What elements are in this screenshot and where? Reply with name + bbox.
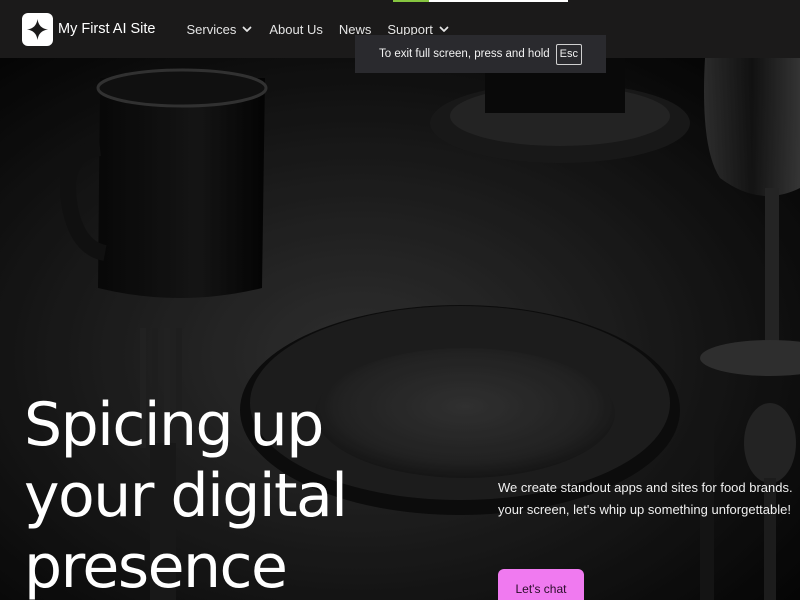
chevron-down-icon bbox=[242, 26, 252, 32]
hero-headline: Spicing up your digital presence bbox=[24, 390, 348, 600]
hero-subtext-line: We create standout apps and sites for fo… bbox=[498, 480, 793, 495]
nav-item-label: Services bbox=[186, 21, 237, 37]
loading-strip bbox=[393, 0, 568, 2]
hero-subtext: We create standout apps and sites for fo… bbox=[498, 477, 800, 521]
nav-item-services[interactable]: Services bbox=[187, 22, 254, 37]
site-name[interactable]: My First AI Site bbox=[58, 21, 156, 37]
fullscreen-notice-text: To exit full screen, press and hold bbox=[378, 48, 550, 60]
nav-item-label: About Us bbox=[269, 21, 323, 37]
nav-item-about-us[interactable]: About Us bbox=[269, 22, 322, 37]
hero-subtext-line: your screen, let's whip up something unf… bbox=[498, 502, 791, 517]
lets-chat-button[interactable]: Let's chat bbox=[498, 569, 584, 600]
chevron-down-icon bbox=[439, 26, 449, 32]
sparkle-icon[interactable] bbox=[22, 12, 53, 46]
page: My First AI Site Services About Us News … bbox=[0, 0, 800, 600]
loading-strip-accent bbox=[393, 0, 429, 2]
esc-key-badge: Esc bbox=[555, 43, 583, 65]
fullscreen-exit-notice: To exit full screen, press and hold Esc bbox=[355, 35, 606, 73]
